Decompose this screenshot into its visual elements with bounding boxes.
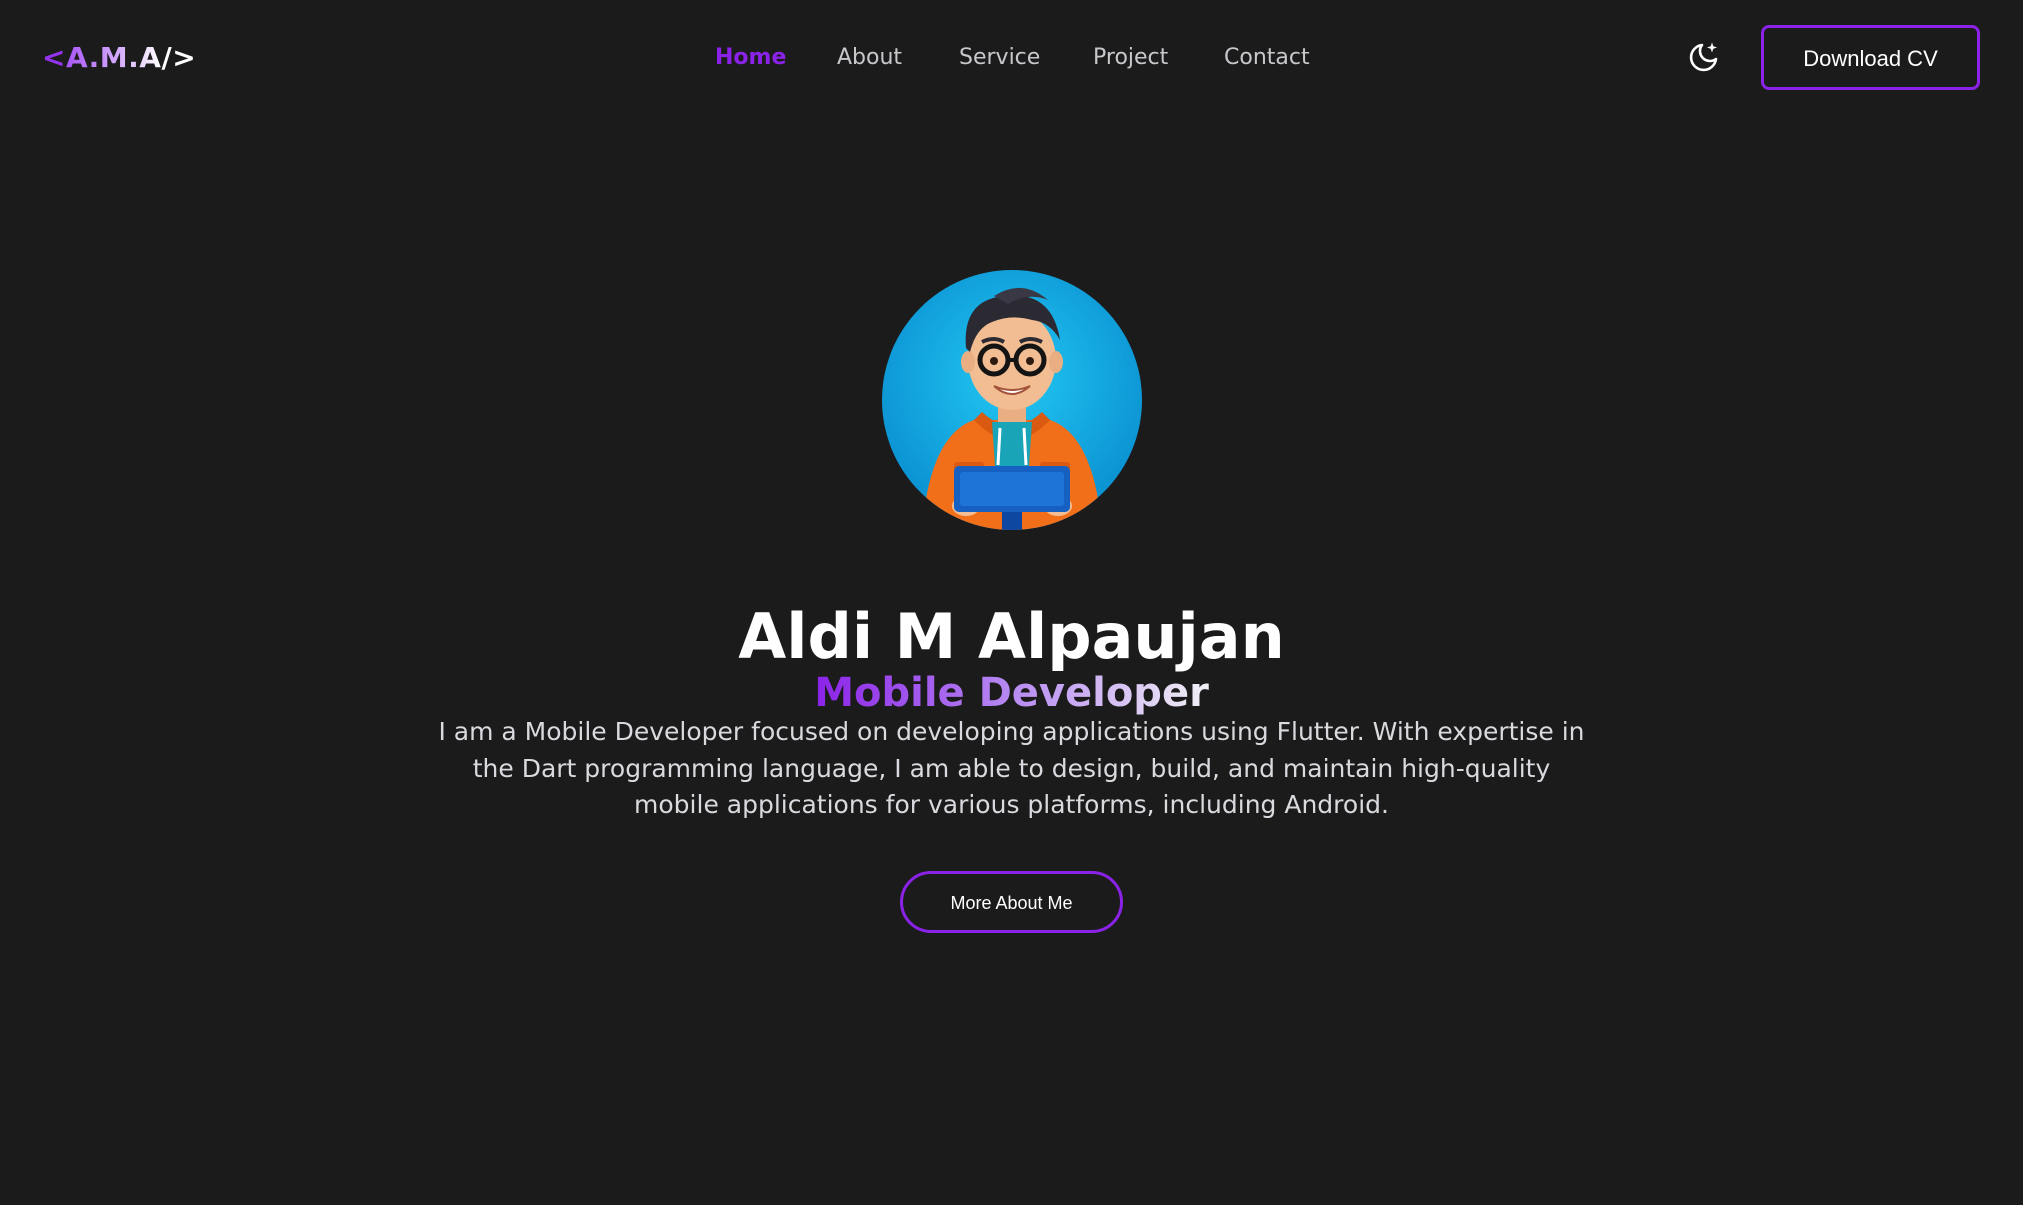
nav-link-about[interactable]: About: [837, 40, 902, 76]
page: <A.M.A/> Home About Service Project Cont…: [0, 0, 2023, 1206]
nav-link-service[interactable]: Service: [959, 40, 1040, 76]
nav-link-home[interactable]: Home: [715, 40, 786, 76]
developer-avatar: [882, 270, 1142, 530]
avatar-illustration: [882, 270, 1142, 530]
theme-toggle-button[interactable]: [1687, 40, 1721, 74]
navbar: <A.M.A/> Home About Service Project Cont…: [0, 0, 2023, 116]
nav-link-contact[interactable]: Contact: [1224, 40, 1310, 76]
more-about-me-button[interactable]: More About Me: [900, 871, 1123, 933]
hero-description: I am a Mobile Developer focused on devel…: [438, 717, 1585, 819]
hero-role: Mobile Developer: [0, 665, 2023, 721]
nav-link-project[interactable]: Project: [1093, 40, 1168, 76]
moon-star-icon: [1689, 42, 1718, 72]
hero-role-text: Mobile Developer: [814, 670, 1209, 717]
download-cv-button[interactable]: Download CV: [1761, 25, 1980, 90]
